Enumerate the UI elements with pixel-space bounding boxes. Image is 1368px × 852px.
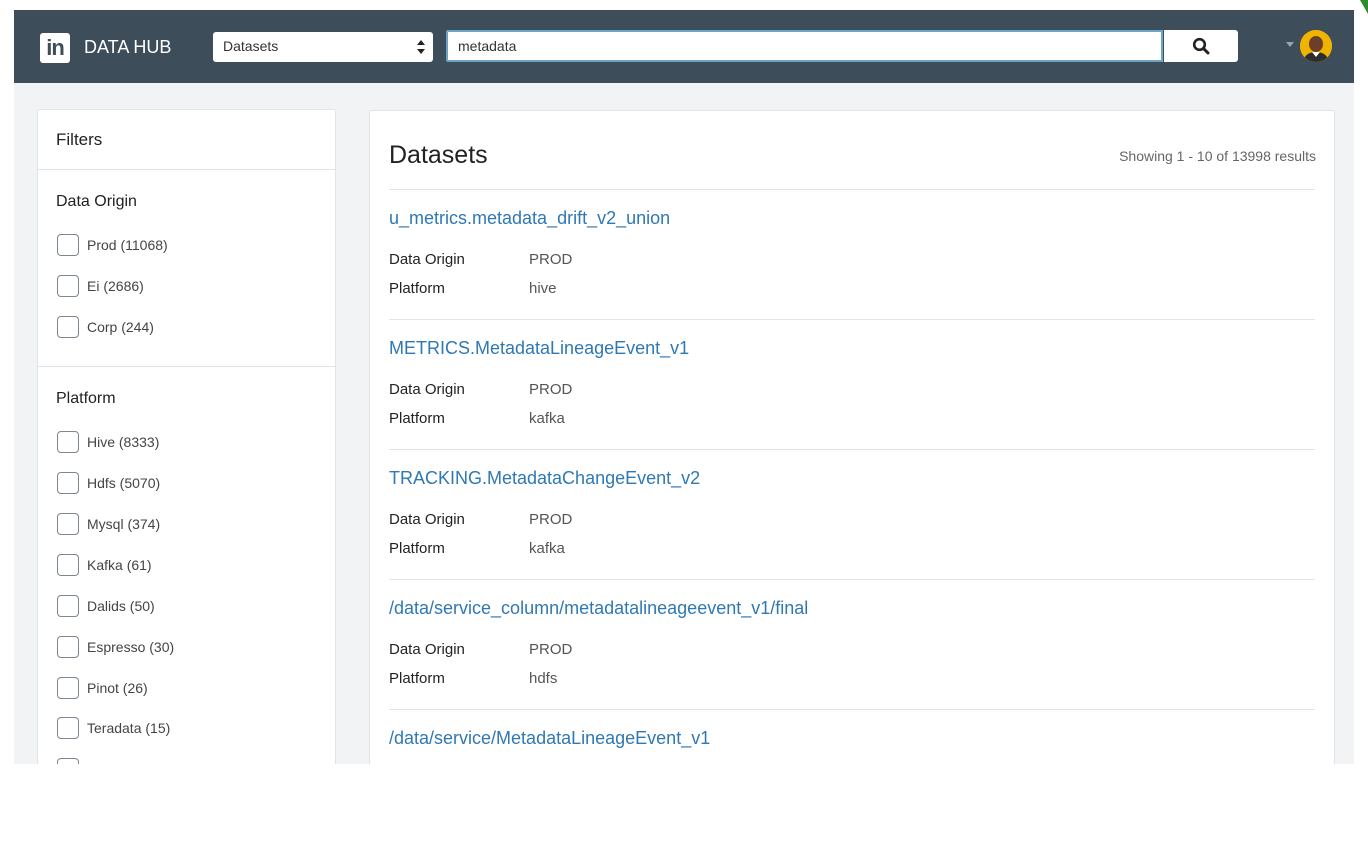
result-item: METRICS.MetadataLineageEvent_v1 Data Ori… <box>389 320 1315 449</box>
filter-option-mysql[interactable]: Mysql (374) <box>57 512 160 536</box>
filter-option-label: Hive (8333) <box>87 434 160 450</box>
dataset-link[interactable]: TRACKING.MetadataChangeEvent_v2 <box>389 468 700 489</box>
result-item: TRACKING.MetadataChangeEvent_v2 Data Ori… <box>389 450 1315 579</box>
checkbox[interactable] <box>57 636 79 658</box>
linkedin-logo-icon[interactable]: in <box>40 33 70 63</box>
filter-option-label: Mysql (374) <box>87 516 161 532</box>
filter-option-ei[interactable]: Ei (2686) <box>57 274 144 298</box>
filter-option-label: Espresso (30) <box>87 639 175 655</box>
top-navbar: in DATA HUB Datasets <box>14 10 1354 83</box>
user-avatar-icon <box>1300 30 1332 62</box>
dataset-link[interactable]: u_metrics.metadata_drift_v2_union <box>389 208 670 229</box>
platform-value: hdfs <box>529 670 558 687</box>
checkbox[interactable] <box>57 595 79 617</box>
filter-option-label: Dalids (50) <box>87 598 155 614</box>
result-item: u_metrics.metadata_drift_v2_union Data O… <box>389 190 1315 319</box>
platform-label: Platform <box>389 280 445 297</box>
filter-group-title-data-origin: Data Origin <box>56 193 137 210</box>
platform-value: kafka <box>529 540 565 557</box>
filter-option-label: Ei (2686) <box>87 278 144 294</box>
data-origin-label: Data Origin <box>389 381 465 398</box>
data-origin-label: Data Origin <box>389 251 465 268</box>
caret-down-icon[interactable] <box>1286 42 1294 47</box>
results-count: Showing 1 - 10 of 13998 results <box>1119 148 1316 164</box>
checkbox[interactable] <box>57 717 79 739</box>
checkbox[interactable] <box>57 431 79 453</box>
corner-mark <box>1360 0 1368 14</box>
filter-option-label: Pinot (26) <box>87 680 148 696</box>
select-arrows-icon <box>417 40 425 54</box>
results-title: Datasets <box>389 141 488 169</box>
platform-value: kafka <box>529 410 565 427</box>
data-origin-label: Data Origin <box>389 641 465 658</box>
checkbox[interactable] <box>57 275 79 297</box>
filter-option-label: Teradata (15) <box>87 720 171 736</box>
filters-panel: Filters Data Origin Prod (11068) Ei (268… <box>37 109 336 764</box>
filter-option-prod[interactable]: Prod (11068) <box>57 233 168 257</box>
platform-label: Platform <box>389 410 445 427</box>
brand-name[interactable]: DATA HUB <box>84 35 171 59</box>
divider <box>38 169 335 170</box>
platform-label: Platform <box>389 670 445 687</box>
filter-option-dalids[interactable]: Dalids (50) <box>57 594 155 618</box>
filter-option-hdfs[interactable]: Hdfs (5070) <box>57 471 160 495</box>
checkbox[interactable] <box>57 316 79 338</box>
filter-option-label: Hdfs (5070) <box>87 475 161 491</box>
results-panel: Datasets Showing 1 - 10 of 13998 results… <box>369 110 1335 764</box>
platform-value: hive <box>529 280 557 297</box>
filter-option-label: Kafka (61) <box>87 557 152 573</box>
divider <box>38 366 335 367</box>
data-hub-app: in DATA HUB Datasets metadata Filters Da… <box>14 10 1354 764</box>
filter-option-teradata[interactable]: Teradata (15) <box>57 716 170 740</box>
avatar[interactable] <box>1300 30 1332 62</box>
checkbox[interactable] <box>57 758 79 764</box>
entity-type-select[interactable]: Datasets <box>213 32 433 62</box>
filter-option-corp[interactable]: Corp (244) <box>57 315 154 339</box>
filter-option-espresso[interactable]: Espresso (30) <box>57 635 174 659</box>
result-item: /data/service/MetadataLineageEvent_v1 <box>389 710 1315 764</box>
dataset-link[interactable]: METRICS.MetadataLineageEvent_v1 <box>389 338 689 359</box>
data-origin-value: PROD <box>529 251 573 268</box>
data-origin-value: PROD <box>529 511 573 528</box>
filter-option-hive[interactable]: Hive (8333) <box>57 430 159 454</box>
search-button[interactable] <box>1164 30 1238 62</box>
filter-option-pinot[interactable]: Pinot (26) <box>57 676 148 700</box>
filter-option-label: Corp (244) <box>87 319 154 335</box>
checkbox[interactable] <box>57 234 79 256</box>
filter-option-label: Prod (11068) <box>87 237 168 253</box>
dataset-link[interactable]: /data/service_column/metadatalineageeven… <box>389 598 808 619</box>
filter-option-partial[interactable] <box>57 757 87 764</box>
filter-option-kafka[interactable]: Kafka (61) <box>57 553 152 577</box>
search-input[interactable] <box>446 30 1163 62</box>
entity-type-value: Datasets <box>223 38 279 54</box>
platform-label: Platform <box>389 540 445 557</box>
logo-text: in <box>46 35 65 60</box>
result-item: /data/service_column/metadatalineageeven… <box>389 580 1315 709</box>
checkbox[interactable] <box>57 554 79 576</box>
checkbox[interactable] <box>57 677 79 699</box>
data-origin-value: PROD <box>529 381 573 398</box>
checkbox[interactable] <box>57 472 79 494</box>
filters-title: Filters <box>56 130 103 149</box>
dataset-link[interactable]: /data/service/MetadataLineageEvent_v1 <box>389 728 710 749</box>
checkbox[interactable] <box>57 513 79 535</box>
search-icon <box>1192 37 1210 55</box>
data-origin-label: Data Origin <box>389 511 465 528</box>
filter-group-title-platform: Platform <box>56 390 116 407</box>
data-origin-value: PROD <box>529 641 573 658</box>
